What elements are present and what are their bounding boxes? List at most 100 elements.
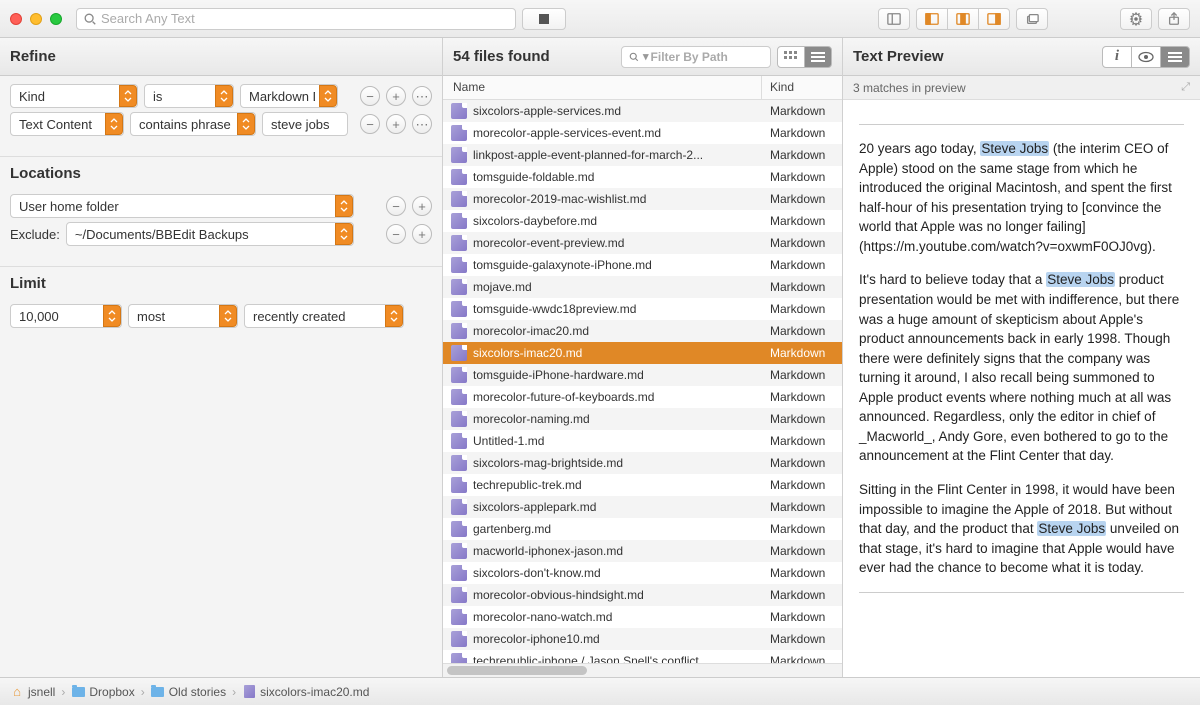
file-row[interactable]: sixcolors-don't-know.mdMarkdown bbox=[443, 562, 842, 584]
preview-view-toggle: i bbox=[1102, 46, 1190, 68]
file-kind: Markdown bbox=[762, 346, 842, 360]
path-segment[interactable]: Old stories bbox=[169, 685, 226, 699]
kind-value-select[interactable]: Markdown D bbox=[240, 84, 338, 108]
path-segment[interactable]: jsnell bbox=[28, 685, 55, 699]
search-input[interactable]: Search Any Text bbox=[76, 8, 516, 30]
dropdown-arrow-icon bbox=[119, 85, 137, 107]
file-row[interactable]: tomsguide-iPhone-hardware.mdMarkdown bbox=[443, 364, 842, 386]
text-view-button[interactable] bbox=[1160, 46, 1190, 68]
remove-rule-button[interactable]: − bbox=[360, 86, 380, 106]
kind-op-select[interactable]: is bbox=[144, 84, 234, 108]
add-rule-button[interactable]: + bbox=[386, 114, 406, 134]
highlight-match: Steve Jobs bbox=[1046, 272, 1115, 287]
text-field-select[interactable]: Text Content bbox=[10, 112, 124, 136]
file-row[interactable]: gartenberg.mdMarkdown bbox=[443, 518, 842, 540]
exclude-select[interactable]: ~/Documents/BBEdit Backups bbox=[66, 222, 354, 246]
file-icon bbox=[451, 433, 467, 449]
file-row[interactable]: sixcolors-mag-brightside.mdMarkdown bbox=[443, 452, 842, 474]
scrollbar-thumb[interactable] bbox=[447, 666, 587, 675]
file-row[interactable]: mojave.mdMarkdown bbox=[443, 276, 842, 298]
file-row[interactable]: morecolor-2019-mac-wishlist.mdMarkdown bbox=[443, 188, 842, 210]
file-row[interactable]: morecolor-event-preview.mdMarkdown bbox=[443, 232, 842, 254]
refine-title: Refine bbox=[10, 48, 56, 65]
settings-button[interactable] bbox=[1120, 8, 1152, 30]
column-header-name[interactable]: Name bbox=[443, 76, 762, 99]
file-row[interactable]: sixcolors-applepark.mdMarkdown bbox=[443, 496, 842, 518]
file-name: tomsguide-iPhone-hardware.md bbox=[473, 368, 762, 382]
file-row[interactable]: techrepublic-trek.mdMarkdown bbox=[443, 474, 842, 496]
expand-icon[interactable]: ⤢ bbox=[1181, 81, 1190, 94]
limit-count-select[interactable]: 10,000 bbox=[10, 304, 122, 328]
info-view-button[interactable]: i bbox=[1102, 46, 1132, 68]
preview-text-body[interactable]: 20 years ago today, Steve Jobs (the inte… bbox=[843, 100, 1200, 677]
file-row[interactable]: morecolor-obvious-hindsight.mdMarkdown bbox=[443, 584, 842, 606]
file-row[interactable]: linkpost-apple-event-planned-for-march-2… bbox=[443, 144, 842, 166]
stop-button[interactable] bbox=[522, 8, 566, 30]
location-row: User home folder − + bbox=[10, 194, 432, 218]
file-name: morecolor-iphone10.md bbox=[473, 632, 762, 646]
layout-right-button[interactable] bbox=[978, 8, 1010, 30]
grid-view-button[interactable] bbox=[777, 46, 805, 68]
nest-rule-button[interactable]: ⋯ bbox=[412, 86, 432, 106]
layout-center-button[interactable] bbox=[947, 8, 979, 30]
add-rule-button[interactable]: + bbox=[386, 86, 406, 106]
refine-row-text: Text Content contains phrase steve jobs … bbox=[10, 112, 432, 136]
layout-left-button[interactable] bbox=[916, 8, 948, 30]
remove-exclude-button[interactable]: − bbox=[386, 224, 406, 244]
window-toolbar: Search Any Text bbox=[0, 0, 1200, 38]
file-row[interactable]: morecolor-iphone10.mdMarkdown bbox=[443, 628, 842, 650]
files-panel: 54 files found ▾ Filter By Path N bbox=[443, 38, 843, 677]
close-window-button[interactable] bbox=[10, 13, 22, 25]
dropdown-arrow-icon bbox=[105, 113, 123, 135]
sidebar-toggle-button[interactable] bbox=[878, 8, 910, 30]
file-name: linkpost-apple-event-planned-for-march-2… bbox=[473, 148, 762, 162]
limit-qual-select[interactable]: most bbox=[128, 304, 238, 328]
path-bar: ⌂ jsnell › Dropbox › Old stories › sixco… bbox=[0, 677, 1200, 705]
remove-location-button[interactable]: − bbox=[386, 196, 406, 216]
remove-rule-button[interactable]: − bbox=[360, 114, 380, 134]
file-row[interactable]: techrepublic-iphone / Jason Snell's conf… bbox=[443, 650, 842, 663]
file-row[interactable]: macworld-iphonex-jason.mdMarkdown bbox=[443, 540, 842, 562]
file-row[interactable]: morecolor-naming.mdMarkdown bbox=[443, 408, 842, 430]
file-row[interactable]: morecolor-apple-services-event.mdMarkdow… bbox=[443, 122, 842, 144]
add-location-button[interactable]: + bbox=[412, 196, 432, 216]
file-row[interactable]: sixcolors-imac20.mdMarkdown bbox=[443, 342, 842, 364]
file-row[interactable]: tomsguide-galaxynote-iPhone.mdMarkdown bbox=[443, 254, 842, 276]
text-op-select[interactable]: contains phrase bbox=[130, 112, 256, 136]
file-name: morecolor-naming.md bbox=[473, 412, 762, 426]
filter-path-input[interactable]: ▾ Filter By Path bbox=[621, 46, 771, 68]
chevron-right-icon: › bbox=[61, 685, 65, 699]
file-row[interactable]: Untitled-1.mdMarkdown bbox=[443, 430, 842, 452]
file-icon bbox=[451, 169, 467, 185]
add-exclude-button[interactable]: + bbox=[412, 224, 432, 244]
nest-rule-button[interactable]: ⋯ bbox=[412, 114, 432, 134]
path-segment[interactable]: sixcolors-imac20.md bbox=[260, 685, 369, 699]
file-kind: Markdown bbox=[762, 302, 842, 316]
file-row[interactable]: sixcolors-apple-services.mdMarkdown bbox=[443, 100, 842, 122]
zoom-window-button[interactable] bbox=[50, 13, 62, 25]
file-row[interactable]: morecolor-imac20.mdMarkdown bbox=[443, 320, 842, 342]
path-segment[interactable]: Dropbox bbox=[89, 685, 134, 699]
file-row[interactable]: morecolor-future-of-keyboards.mdMarkdown bbox=[443, 386, 842, 408]
location-select[interactable]: User home folder bbox=[10, 194, 354, 218]
list-view-button[interactable] bbox=[804, 46, 832, 68]
share-button[interactable] bbox=[1158, 8, 1190, 30]
file-kind: Markdown bbox=[762, 324, 842, 338]
popout-button[interactable] bbox=[1016, 8, 1048, 30]
files-list[interactable]: sixcolors-apple-services.mdMarkdownmorec… bbox=[443, 100, 842, 663]
folder-icon bbox=[151, 685, 165, 699]
limit-header: Limit bbox=[0, 266, 442, 296]
column-header-kind[interactable]: Kind bbox=[762, 76, 842, 99]
file-row[interactable]: tomsguide-wwdc18preview.mdMarkdown bbox=[443, 298, 842, 320]
text-value-input[interactable]: steve jobs bbox=[262, 112, 348, 136]
quicklook-button[interactable] bbox=[1131, 46, 1161, 68]
file-row[interactable]: tomsguide-foldable.mdMarkdown bbox=[443, 166, 842, 188]
file-row[interactable]: morecolor-nano-watch.mdMarkdown bbox=[443, 606, 842, 628]
horizontal-scrollbar[interactable] bbox=[443, 663, 842, 677]
file-kind: Markdown bbox=[762, 148, 842, 162]
minimize-window-button[interactable] bbox=[30, 13, 42, 25]
kind-field-select[interactable]: Kind bbox=[10, 84, 138, 108]
limit-mode-select[interactable]: recently created bbox=[244, 304, 404, 328]
file-icon bbox=[451, 455, 467, 471]
file-row[interactable]: sixcolors-daybefore.mdMarkdown bbox=[443, 210, 842, 232]
